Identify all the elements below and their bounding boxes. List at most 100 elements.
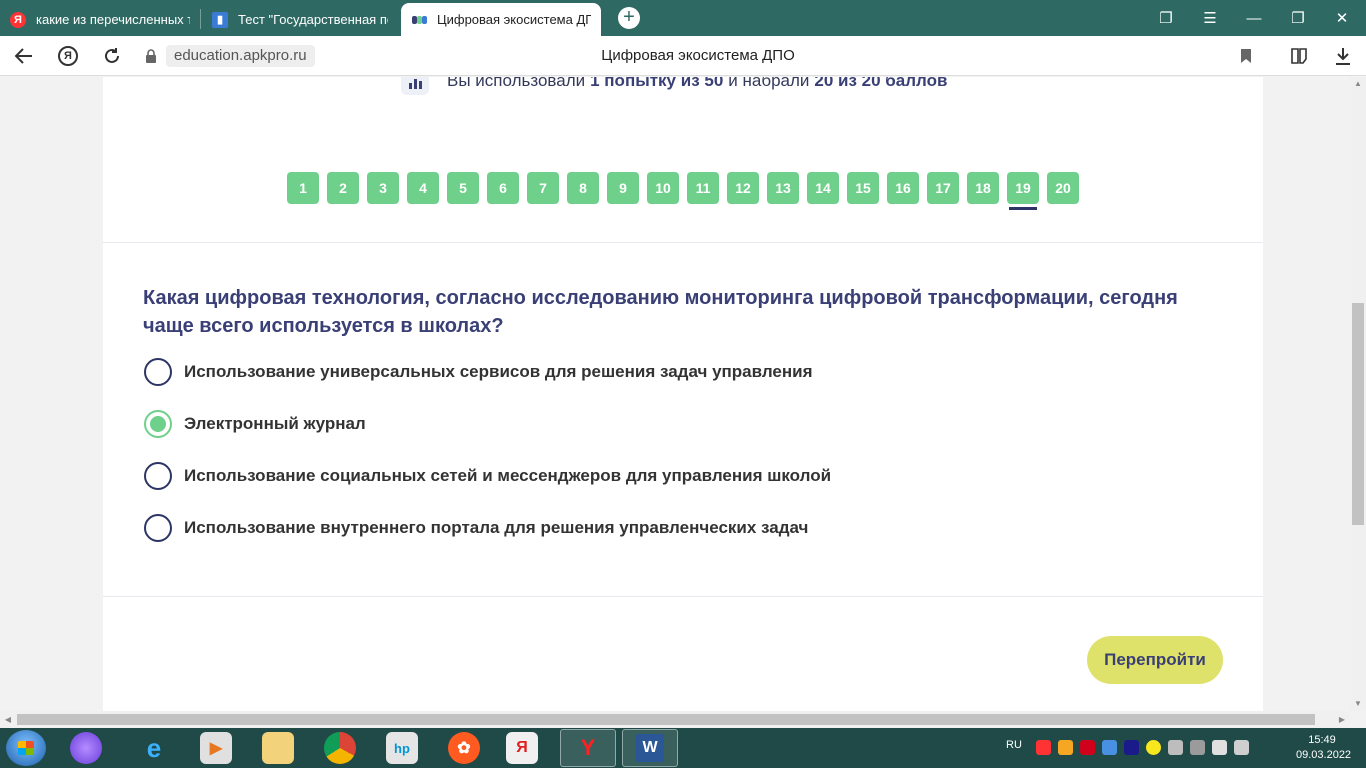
new-tab-button[interactable]: + [618, 7, 640, 29]
attempts-summary: Вы использовали 1 попытку из 50 и набрал… [401, 77, 952, 95]
answer-option[interactable]: Электронный журнал [144, 409, 831, 439]
page-viewport: Вы использовали 1 попытку из 50 и набрал… [0, 77, 1350, 711]
scrollbar-thumb[interactable] [1352, 303, 1364, 525]
page-title: Цифровая экосистема ДПО [601, 47, 795, 64]
question-nav-button[interactable]: 12 [727, 172, 759, 204]
answer-label: Использование универсальных сервисов для… [184, 362, 813, 381]
attempts-score: 20 из 20 баллов [814, 77, 948, 90]
browser-tab[interactable]: ▮ Тест "Государственная пол [202, 3, 398, 36]
protect-button[interactable] [1285, 42, 1313, 70]
downloads-button[interactable] [1329, 42, 1357, 70]
question-nav-button[interactable]: 15 [847, 172, 879, 204]
start-button[interactable] [6, 730, 46, 766]
tab-title: Цифровая экосистема ДПО [437, 12, 591, 27]
attempts-used: 1 попытку из 50 [590, 77, 724, 90]
word-icon[interactable]: W [622, 729, 678, 767]
file-explorer-icon[interactable] [262, 732, 294, 764]
question-nav-button[interactable]: 16 [887, 172, 919, 204]
radio-button[interactable] [144, 410, 172, 438]
scrollbar-thumb[interactable] [17, 714, 1315, 725]
menu-icon[interactable]: ☰ [1188, 0, 1232, 36]
ecosystem-icon [411, 12, 427, 28]
attempts-prefix: Вы использовали [447, 77, 586, 90]
scroll-up-icon[interactable]: ▲ [1350, 77, 1366, 91]
radio-button[interactable] [144, 462, 172, 490]
bar-chart-icon [401, 77, 429, 95]
signal-icon[interactable] [1234, 740, 1249, 755]
tab-separator [200, 9, 201, 29]
chrome-icon[interactable] [324, 732, 356, 764]
bookmark-button[interactable] [1232, 42, 1260, 70]
restore-icon[interactable]: ❐ [1276, 0, 1320, 36]
alice-icon[interactable] [70, 732, 102, 764]
answer-option[interactable]: Использование универсальных сервисов для… [144, 357, 831, 387]
reel-icon[interactable]: ✿ [448, 732, 480, 764]
shield-icon [1291, 48, 1307, 64]
bookmark-icon [1241, 49, 1251, 63]
language-indicator[interactable]: RU [1006, 739, 1022, 751]
question-nav-button[interactable]: 19 [1007, 172, 1039, 210]
internet-explorer-icon[interactable]: e [138, 732, 170, 764]
browser-tab-strip: Я какие из перечисленных т ▮ Тест "Госуд… [0, 0, 1366, 36]
browser-tab[interactable]: Я какие из перечисленных т [0, 3, 200, 36]
scroll-down-icon[interactable]: ▼ [1350, 697, 1366, 711]
question-nav-button[interactable]: 8 [567, 172, 599, 204]
question-nav-button[interactable]: 2 [327, 172, 359, 204]
tabs-menu-icon[interactable]: ❐ [1144, 0, 1188, 36]
security-tray-icon[interactable] [1146, 740, 1161, 755]
close-icon[interactable]: ✕ [1320, 0, 1364, 36]
question-nav-button[interactable]: 6 [487, 172, 519, 204]
answer-option[interactable]: Использование внутреннего портала для ре… [144, 513, 831, 543]
yandex-taskbar-icon[interactable]: Y [560, 729, 616, 767]
question-nav-button[interactable]: 11 [687, 172, 719, 204]
yandex-tray-icon[interactable] [1036, 740, 1051, 755]
question-nav-button[interactable]: 9 [607, 172, 639, 204]
bluetooth-icon[interactable] [1124, 740, 1139, 755]
question-nav-button[interactable]: 3 [367, 172, 399, 204]
app-tray-icon[interactable] [1058, 740, 1073, 755]
answer-option[interactable]: Использование социальных сетей и мессенд… [144, 461, 831, 491]
network-tray-icon[interactable] [1102, 740, 1117, 755]
question-nav-button[interactable]: 4 [407, 172, 439, 204]
minimize-icon[interactable]: — [1232, 0, 1276, 36]
scroll-right-icon[interactable]: ▶ [1334, 711, 1350, 728]
question-nav-button[interactable]: 1 [287, 172, 319, 204]
yandex-icon: Я [10, 11, 26, 28]
hp-icon[interactable]: hp [386, 732, 418, 764]
question-nav-button[interactable]: 7 [527, 172, 559, 204]
tray-icons [1036, 740, 1249, 755]
test-card: Вы использовали 1 попытку из 50 и набрал… [103, 77, 1263, 711]
question-nav-button[interactable]: 18 [967, 172, 999, 204]
radio-button[interactable] [144, 358, 172, 386]
radio-button[interactable] [144, 514, 172, 542]
acrobat-tray-icon[interactable] [1080, 740, 1095, 755]
divider [103, 596, 1263, 597]
answer-label: Использование внутреннего портала для ре… [184, 518, 809, 537]
browser-tab-active[interactable]: Цифровая экосистема ДПО [401, 3, 601, 36]
question-nav-button[interactable]: 20 [1047, 172, 1079, 204]
question-nav-button[interactable]: 14 [807, 172, 839, 204]
question-nav-button[interactable]: 13 [767, 172, 799, 204]
book-icon: ▮ [212, 11, 228, 28]
divider [103, 242, 1263, 243]
attempts-middle: и набрали [728, 77, 810, 90]
answer-label: Использование социальных сетей и мессенд… [184, 466, 832, 485]
volume-icon[interactable] [1190, 740, 1205, 755]
media-player-icon[interactable]: ▶ [200, 732, 232, 764]
clock[interactable]: 15:49 09.03.2022 [1296, 733, 1351, 763]
answer-list: Использование универсальных сервисов для… [144, 357, 831, 565]
answer-label: Электронный журнал [184, 414, 366, 433]
question-nav-button[interactable]: 10 [647, 172, 679, 204]
flag-icon[interactable] [1212, 740, 1227, 755]
yandex-browser-icon[interactable]: Я [506, 732, 538, 764]
usb-icon[interactable] [1168, 740, 1183, 755]
question-nav-button[interactable]: 5 [447, 172, 479, 204]
tab-title: Тест "Государственная пол [238, 12, 388, 27]
vertical-scrollbar[interactable]: ▲ ▼ [1350, 77, 1366, 711]
clock-time: 15:49 [1308, 734, 1336, 746]
retake-button[interactable]: Перепройти [1087, 636, 1223, 684]
scroll-left-icon[interactable]: ◀ [0, 711, 16, 728]
question-navigation: 1 2 3 4 5 6 7 8 9 10 11 12 13 14 15 16 17 18 19 20 [287, 172, 1079, 210]
question-nav-button[interactable]: 17 [927, 172, 959, 204]
horizontal-scrollbar[interactable]: ◀ ▶ [0, 711, 1350, 728]
